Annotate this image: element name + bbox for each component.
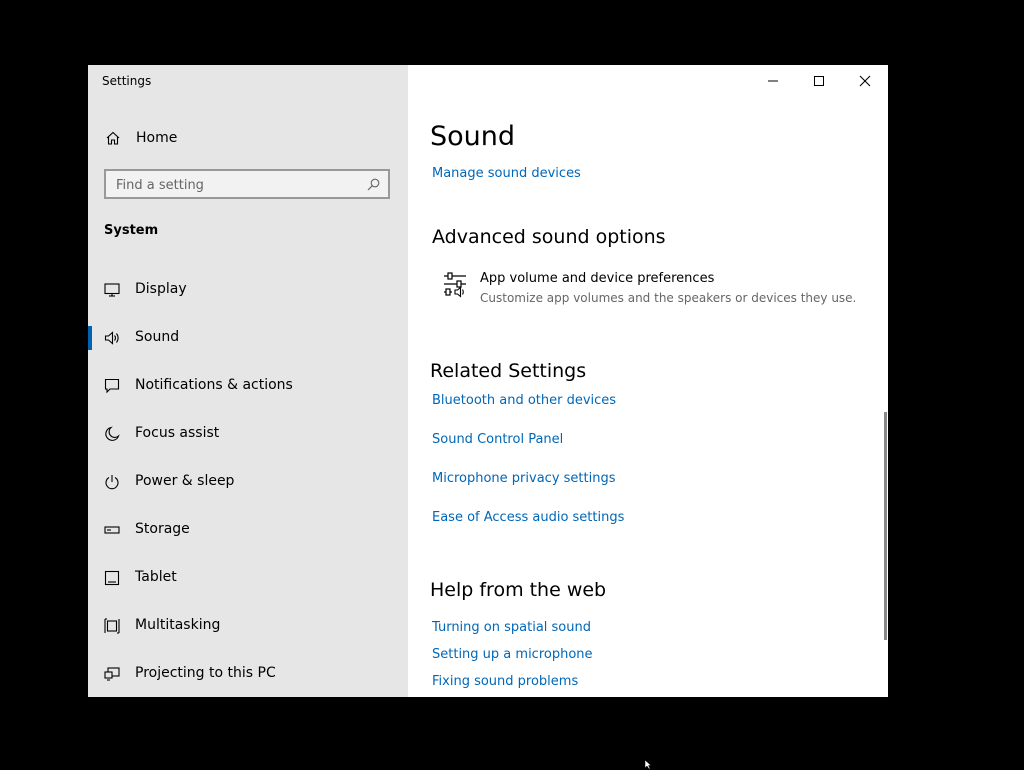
home-nav-item[interactable]: Home (88, 127, 408, 149)
maximize-button[interactable] (796, 65, 842, 97)
help-heading: Help from the web (430, 579, 607, 601)
close-icon (859, 75, 871, 87)
app-volume-title: App volume and device preferences (480, 271, 715, 286)
moon-icon (105, 426, 120, 441)
related-settings-heading: Related Settings (430, 360, 587, 382)
sidebar-item-display[interactable]: Display (88, 266, 408, 314)
sidebar-item-label: Tablet (135, 569, 177, 585)
notification-icon (104, 378, 120, 394)
app-volume-preferences-item[interactable]: App volume and device preferences Custom… (440, 269, 860, 309)
sidebar: Settings Home System Display (88, 65, 408, 697)
close-button[interactable] (842, 65, 888, 97)
main-content: Sound Manage sound devices Advanced soun… (408, 65, 888, 697)
tablet-icon (104, 570, 120, 586)
sidebar-item-multitasking[interactable]: Multitasking (88, 602, 408, 650)
sidebar-item-label: Notifications & actions (135, 377, 293, 393)
sidebar-item-label: Storage (135, 521, 190, 537)
sidebar-item-label: Multitasking (135, 617, 221, 633)
sidebar-item-sound[interactable]: Sound (88, 314, 408, 362)
search-box[interactable] (104, 169, 390, 199)
mouse-cursor-icon (645, 760, 652, 770)
sidebar-item-notifications[interactable]: Notifications & actions (88, 362, 408, 410)
sidebar-nav: Display Sound Notifications & actions Fo… (88, 266, 408, 697)
maximize-icon (814, 76, 824, 86)
storage-icon (104, 526, 120, 534)
sidebar-item-label: Projecting to this PC (135, 665, 276, 681)
scrollbar[interactable] (884, 412, 887, 640)
projecting-icon (104, 667, 120, 681)
search-icon[interactable] (367, 178, 380, 191)
search-input[interactable] (116, 175, 356, 195)
page-title: Sound (430, 121, 516, 152)
sidebar-item-storage[interactable]: Storage (88, 506, 408, 554)
app-volume-description: Customize app volumes and the speakers o… (480, 291, 857, 305)
minimize-icon (768, 80, 778, 82)
window-title: Settings (102, 74, 152, 88)
mixer-icon (444, 272, 466, 298)
sidebar-item-label: Sound (135, 329, 180, 345)
multitasking-icon (104, 618, 120, 634)
home-icon (106, 131, 120, 145)
settings-window: Settings Home System Display (88, 65, 888, 697)
sidebar-item-tablet[interactable]: Tablet (88, 554, 408, 602)
monitor-icon (104, 283, 120, 297)
microphone-privacy-link[interactable]: Microphone privacy settings (432, 471, 616, 486)
power-icon (105, 475, 119, 490)
fixing-sound-link[interactable]: Fixing sound problems (432, 674, 578, 689)
sidebar-item-focus-assist[interactable]: Focus assist (88, 410, 408, 458)
sidebar-item-projecting[interactable]: Projecting to this PC (88, 650, 408, 697)
sidebar-item-power-sleep[interactable]: Power & sleep (88, 458, 408, 506)
sidebar-item-label: Display (135, 281, 187, 297)
advanced-sound-heading: Advanced sound options (432, 226, 666, 248)
sidebar-item-label: Power & sleep (135, 473, 235, 489)
home-label: Home (136, 130, 178, 146)
sidebar-item-label: Focus assist (135, 425, 220, 441)
bluetooth-link[interactable]: Bluetooth and other devices (432, 393, 616, 408)
sound-control-panel-link[interactable]: Sound Control Panel (432, 432, 563, 447)
setup-microphone-link[interactable]: Setting up a microphone (432, 647, 593, 662)
minimize-button[interactable] (750, 65, 796, 97)
spatial-sound-link[interactable]: Turning on spatial sound (432, 620, 591, 635)
section-label-system: System (104, 223, 159, 238)
ease-of-access-audio-link[interactable]: Ease of Access audio settings (432, 510, 624, 525)
manage-sound-devices-link[interactable]: Manage sound devices (432, 166, 581, 181)
speaker-icon (104, 331, 119, 345)
